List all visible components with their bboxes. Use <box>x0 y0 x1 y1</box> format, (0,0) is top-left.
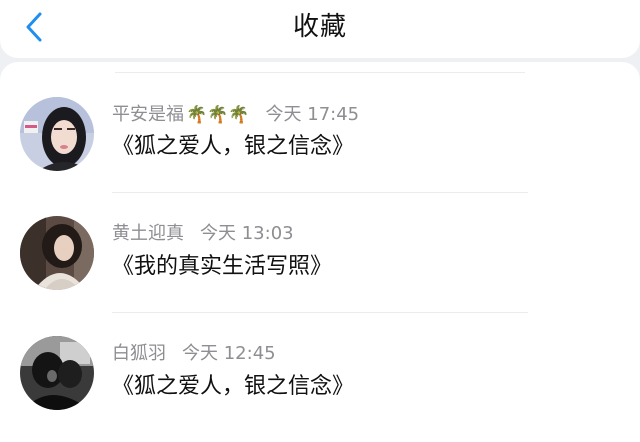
divider <box>112 192 528 193</box>
timestamp: 今天 12:45 <box>182 343 276 364</box>
list-item[interactable]: 平安是福 🌴🌴🌴 今天 17:45 《狐之爱人，银之信念》 <box>0 76 640 196</box>
divider <box>112 312 528 313</box>
page-title: 收藏 <box>292 12 347 42</box>
item-title: 《我的真实生活写照》 <box>112 254 333 279</box>
divider <box>115 72 525 73</box>
timestamp: 今天 13:03 <box>200 223 294 244</box>
favorites-list: 平安是福 🌴🌴🌴 今天 17:45 《狐之爱人，银之信念》 黄土迎真 今天 13:03… <box>0 62 640 442</box>
sender-name: 白狐羽 <box>112 343 166 364</box>
list-item[interactable]: 白狐羽 今天 12:45 《狐之爱人，银之信念》 <box>0 316 640 436</box>
sender-name: 平安是福 <box>112 104 184 125</box>
item-title: 《狐之爱人，银之信念》 <box>112 134 355 159</box>
sender-name: 黄土迎真 <box>112 223 184 244</box>
item-meta: 白狐羽 今天 12:45 <box>112 342 276 366</box>
avatar <box>20 336 94 410</box>
avatar <box>20 97 94 171</box>
top-bar: 收藏 <box>0 0 640 58</box>
avatar <box>20 216 94 290</box>
item-meta: 平安是福 🌴🌴🌴 今天 17:45 <box>112 103 359 127</box>
timestamp: 今天 17:45 <box>265 104 360 125</box>
item-meta: 黄土迎真 今天 13:03 <box>112 222 294 246</box>
palm-tree-emoji: 🌴🌴🌴 <box>186 105 250 125</box>
item-title: 《狐之爱人，银之信念》 <box>112 374 355 399</box>
list-item[interactable]: 黄土迎真 今天 13:03 《我的真实生活写照》 <box>0 196 640 316</box>
